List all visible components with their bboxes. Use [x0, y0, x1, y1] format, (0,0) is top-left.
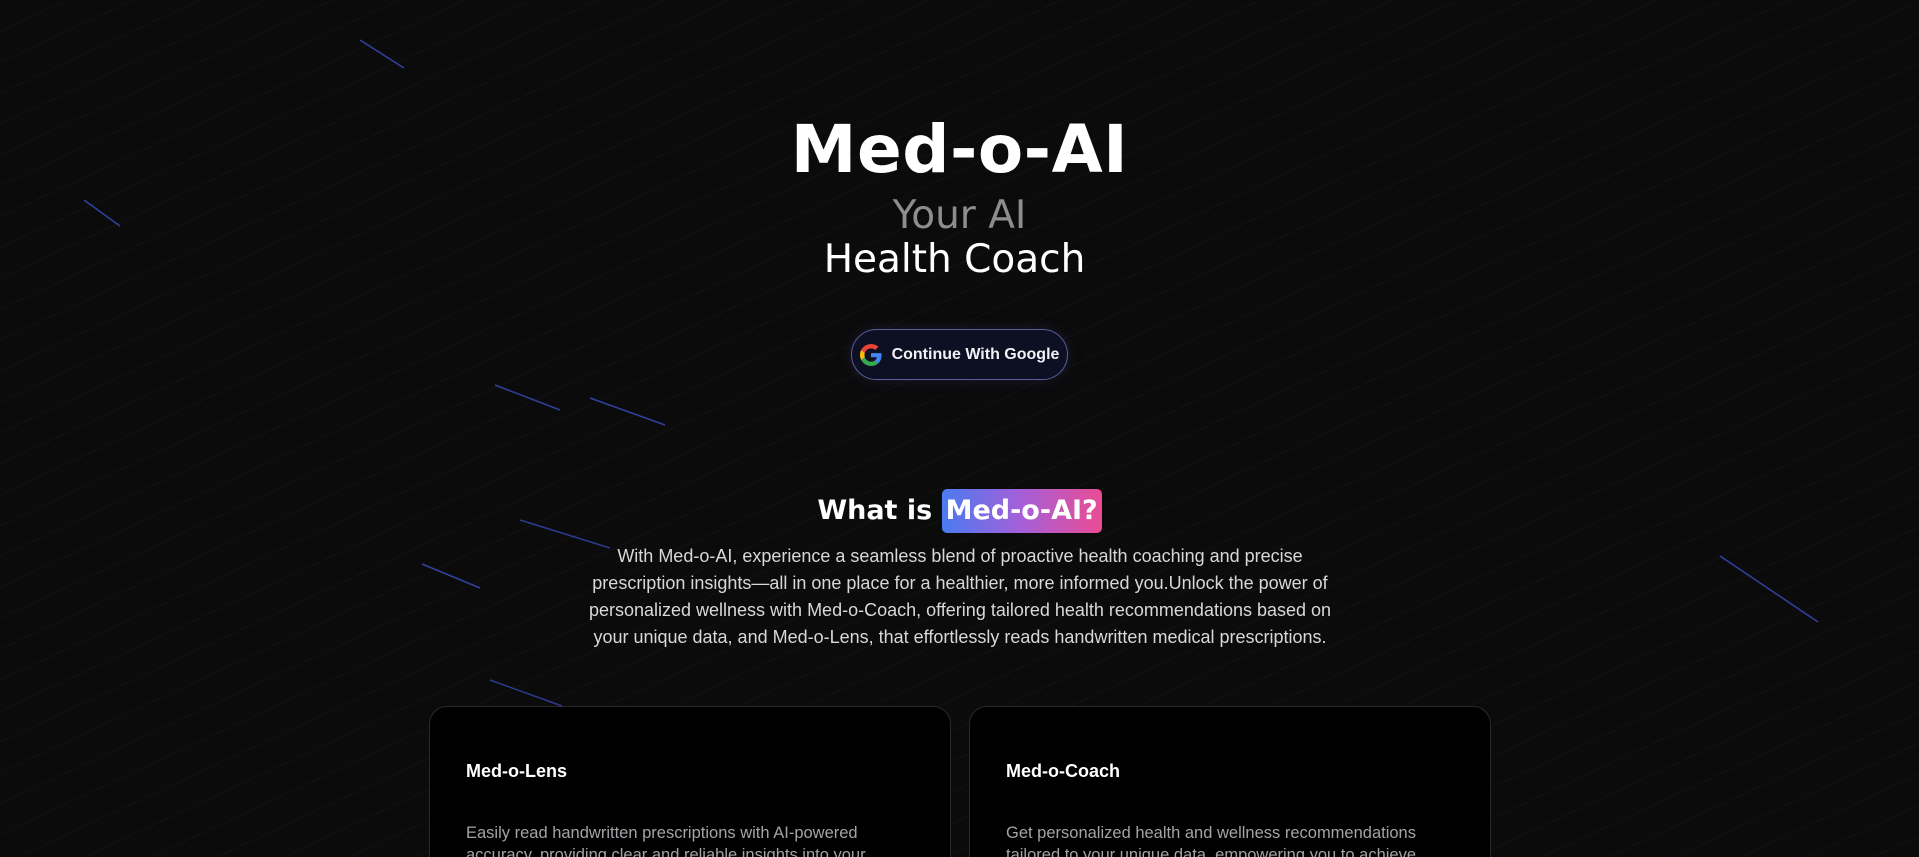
hero-subtitle-line1: Your AI — [892, 193, 1027, 238]
feature-card-description: Easily read handwritten prescriptions wi… — [466, 824, 866, 857]
continue-with-google-button[interactable]: Continue With Google — [851, 329, 1068, 380]
streak — [421, 563, 481, 589]
feature-card-med-o-lens[interactable]: Med-o-Lens Easily read handwritten presc… — [429, 706, 951, 857]
google-g-icon — [859, 343, 882, 366]
streak — [489, 679, 563, 707]
about-heading: What is Med-o-AI? — [0, 489, 1919, 534]
feature-card-med-o-coach[interactable]: Med-o-Coach Get personalized health and … — [969, 706, 1491, 857]
hero-title: Med-o-AI — [790, 111, 1129, 188]
feature-card-title: Med-o-Coach — [1006, 761, 1120, 781]
streak — [359, 39, 405, 69]
hero-section: Med-o-AI Your AI Health Coach — [0, 108, 1919, 282]
about-description: With Med-o-AI, experience a seamless ble… — [588, 546, 1332, 647]
streak — [589, 397, 666, 426]
streak — [494, 384, 561, 411]
hero-subtitle-line2: Health Coach — [823, 237, 1086, 282]
about-heading-highlight: Med-o-AI? — [941, 489, 1102, 534]
landing-page: Med-o-AI Your AI Health Coach Continue W… — [0, 0, 1919, 857]
feature-card-title: Med-o-Lens — [466, 761, 567, 781]
feature-card-description: Get personalized health and wellness rec… — [1006, 824, 1417, 857]
about-heading-prefix: What is — [817, 495, 933, 527]
google-button-label: Continue With Google — [891, 345, 1060, 363]
streak — [1719, 555, 1819, 623]
